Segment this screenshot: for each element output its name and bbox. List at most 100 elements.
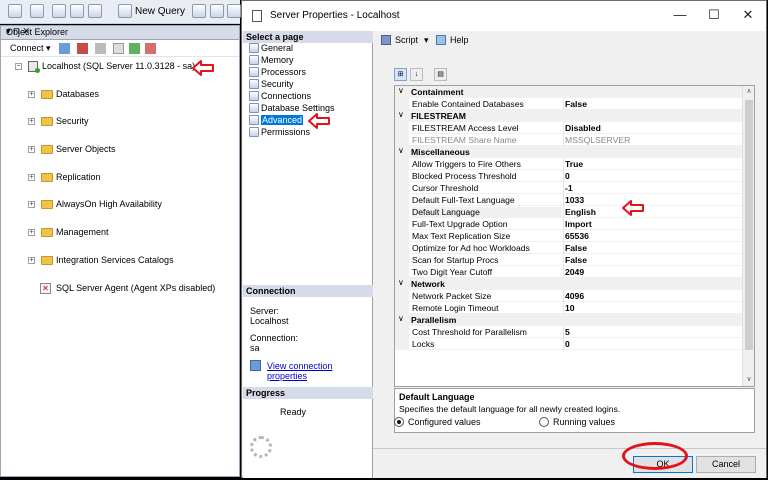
property-row[interactable]: Locks0	[395, 338, 743, 350]
page-permissions[interactable]: Permissions	[249, 127, 310, 139]
disconnect-icon[interactable]	[77, 43, 88, 54]
save-all-icon[interactable]	[88, 4, 102, 18]
folder-icon	[41, 200, 53, 209]
new-project-icon[interactable]	[8, 4, 22, 18]
property-row[interactable]: Scan for Startup ProcsFalse	[395, 254, 743, 266]
category-containment[interactable]: ∨Containment	[395, 86, 743, 98]
property-pages-button[interactable]: ▤	[434, 68, 447, 81]
categorized-button[interactable]: ⊞	[394, 68, 407, 81]
expand-icon[interactable]: +	[28, 146, 35, 153]
node-label: Databases	[56, 89, 99, 99]
save-icon[interactable]	[70, 4, 84, 18]
view-connection-properties-link[interactable]: View connection properties	[267, 361, 372, 381]
mdx-query-icon[interactable]	[227, 4, 241, 18]
page-icon	[249, 55, 259, 65]
cancel-button[interactable]: Cancel	[696, 456, 756, 473]
configured-values-radio[interactable]: Configured values	[394, 417, 481, 427]
property-row[interactable]: Default Full-Text Language1033	[395, 194, 743, 206]
ssms-toolbar: New Query	[0, 0, 240, 24]
page-processors[interactable]: Processors	[249, 67, 306, 79]
scroll-thumb[interactable]	[745, 100, 753, 350]
stop-icon[interactable]	[95, 43, 106, 54]
maximize-button[interactable]: ☐	[704, 7, 724, 23]
property-row[interactable]: Enable Contained DatabasesFalse	[395, 98, 743, 110]
property-row[interactable]: Blocked Process Threshold0	[395, 170, 743, 182]
close-button[interactable]: ✕	[738, 7, 758, 23]
collapse-caret-icon[interactable]: ∨	[398, 110, 404, 119]
connect-icon[interactable]	[59, 43, 70, 54]
scroll-down-icon[interactable]: ∨	[743, 374, 755, 386]
tree-node-management[interactable]: + Management	[1, 226, 239, 240]
property-row[interactable]: Cursor Threshold-1	[395, 182, 743, 194]
page-connections[interactable]: Connections	[249, 91, 311, 103]
expand-icon[interactable]: +	[28, 174, 35, 181]
collapse-icon[interactable]: −	[15, 63, 22, 70]
page-icon	[249, 43, 259, 53]
progress-spinner-icon	[250, 436, 272, 458]
property-row[interactable]: Allow Triggers to Fire OthersTrue	[395, 158, 743, 170]
help-button[interactable]: Help	[450, 35, 469, 45]
expand-icon[interactable]: +	[28, 118, 35, 125]
property-row[interactable]: Two Digit Year Cutoff2049	[395, 266, 743, 278]
page-advanced[interactable]: Advanced	[249, 115, 303, 127]
tree-node-replication[interactable]: + Replication	[1, 171, 239, 185]
running-values-radio[interactable]: Running values	[539, 417, 615, 427]
connection-properties-icon	[250, 360, 261, 371]
page-icon	[249, 127, 259, 137]
radio-selected-icon[interactable]	[394, 417, 404, 427]
analysis-query-icon[interactable]	[210, 4, 224, 18]
refresh-icon[interactable]	[129, 43, 140, 54]
tree-node-integration-services[interactable]: + Integration Services Catalogs	[1, 254, 239, 268]
category-parallelism[interactable]: ∨Parallelism	[395, 314, 743, 326]
server-icon	[28, 61, 38, 72]
connect-dropdown[interactable]: Connect ▾	[10, 43, 51, 54]
add-item-icon[interactable]	[30, 4, 44, 18]
object-explorer-toolbar: Connect ▾	[1, 40, 239, 57]
annotation-arrow-icon	[621, 200, 645, 216]
script-button[interactable]: Script	[395, 35, 418, 45]
page-memory[interactable]: Memory	[249, 55, 294, 67]
collapse-caret-icon[interactable]: ∨	[398, 146, 404, 155]
alphabetical-button[interactable]: ↓	[410, 68, 423, 81]
expand-icon[interactable]: +	[28, 201, 35, 208]
tree-node-security[interactable]: + Security	[1, 115, 239, 129]
property-row[interactable]: Network Packet Size4096	[395, 290, 743, 302]
tree-node-server-objects[interactable]: + Server Objects	[1, 143, 239, 157]
activity-monitor-icon[interactable]	[145, 43, 156, 54]
expand-icon[interactable]: +	[28, 91, 35, 98]
server-value: Localhost	[250, 316, 289, 326]
expand-icon[interactable]: +	[28, 229, 35, 236]
new-query-button[interactable]: New Query	[135, 6, 185, 17]
db-engine-query-icon[interactable]	[192, 4, 206, 18]
collapse-caret-icon[interactable]: ∨	[398, 86, 404, 95]
new-query-icon[interactable]	[118, 4, 132, 18]
filter-icon[interactable]	[113, 43, 124, 54]
tree-node-alwayson[interactable]: + AlwaysOn High Availability	[1, 198, 239, 212]
collapse-caret-icon[interactable]: ∨	[398, 314, 404, 323]
expand-icon[interactable]: +	[28, 257, 35, 264]
property-row[interactable]: Optimize for Ad hoc WorkloadsFalse	[395, 242, 743, 254]
category-miscellaneous[interactable]: ∨Miscellaneous	[395, 146, 743, 158]
category-network[interactable]: ∨Network	[395, 278, 743, 290]
property-row[interactable]: Max Text Replication Size65536	[395, 230, 743, 242]
page-security[interactable]: Security	[249, 79, 294, 91]
property-row[interactable]: Remote Login Timeout10	[395, 302, 743, 314]
property-row[interactable]: Full-Text Upgrade OptionImport	[395, 218, 743, 230]
pane-controls[interactable]: ▾ ⊓ ✕	[6, 26, 235, 37]
scroll-up-icon[interactable]: ∧	[743, 86, 755, 98]
folder-icon	[41, 173, 53, 182]
page-general[interactable]: General	[249, 43, 293, 55]
object-explorer-titlebar: Object Explorer ▾ ⊓ ✕	[1, 26, 239, 40]
minimize-button[interactable]: —	[670, 7, 690, 22]
tree-node-sql-agent[interactable]: ✕ SQL Server Agent (Agent XPs disabled)	[1, 282, 239, 296]
property-row-default-language[interactable]: Default LanguageEnglish	[395, 206, 743, 218]
radio-unselected-icon[interactable]	[539, 417, 549, 427]
property-row[interactable]: FILESTREAM Access LevelDisabled	[395, 122, 743, 134]
category-filestream[interactable]: ∨FILESTREAM	[395, 110, 743, 122]
script-dropdown[interactable]: ▾	[424, 35, 429, 46]
tree-node-databases[interactable]: + Databases	[1, 88, 239, 102]
collapse-caret-icon[interactable]: ∨	[398, 278, 404, 287]
property-grid-scrollbar[interactable]: ∧ ∨	[742, 86, 754, 386]
open-file-icon[interactable]	[52, 4, 66, 18]
property-row[interactable]: Cost Threshold for Parallelism5	[395, 326, 743, 338]
